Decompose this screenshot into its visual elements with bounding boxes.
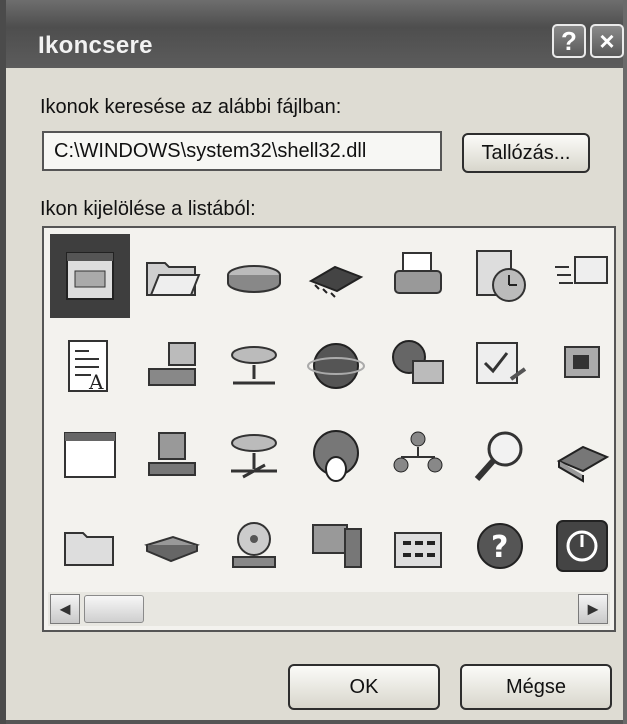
help-circle-icon: ? (477, 523, 523, 569)
icon-cell[interactable] (50, 234, 130, 318)
icon-cell[interactable] (378, 414, 458, 498)
program-window-icon (66, 252, 114, 300)
icon-cell[interactable] (542, 234, 614, 318)
icon-cell[interactable] (460, 414, 540, 498)
file-path-input[interactable]: C:\WINDOWS\system32\shell32.dll (42, 131, 442, 171)
blank-window-icon (64, 432, 116, 478)
svg-text:A: A (88, 370, 104, 394)
monitor-icon (564, 346, 600, 378)
document-text-icon: A (68, 340, 108, 394)
network-users-icon (393, 431, 443, 473)
icon-cell[interactable] (542, 414, 614, 498)
drive-share-icon (148, 432, 196, 476)
flat-drive-icon (144, 535, 200, 563)
horizontal-scrollbar[interactable]: ◄ ► (48, 592, 610, 626)
icon-cell[interactable] (214, 414, 294, 498)
icon-cell[interactable] (50, 414, 130, 498)
globe-icon (307, 343, 365, 389)
scanner-icon (556, 445, 610, 483)
scroll-thumb[interactable] (84, 595, 144, 623)
memory-chip-icon (308, 265, 364, 298)
icon-cell[interactable] (214, 234, 294, 318)
network-computer-icon (148, 342, 196, 386)
title-bar: Ikoncsere ? × (6, 0, 624, 68)
icon-cell[interactable] (214, 504, 294, 588)
window-arrow-icon (555, 256, 608, 284)
folder-grid-icon (394, 532, 442, 568)
icon-cell[interactable]: ? (460, 504, 540, 588)
icon-grid: A? (48, 232, 614, 592)
dialog-title: Ikoncsere (38, 32, 153, 59)
icon-cell[interactable]: A (50, 324, 130, 408)
icon-cell[interactable] (214, 324, 294, 408)
icon-list[interactable]: A? ◄ ► (42, 226, 616, 632)
icon-cell[interactable] (132, 324, 212, 408)
scroll-left-button[interactable]: ◄ (50, 594, 80, 624)
computer-tower-icon (312, 524, 362, 568)
scroll-right-button[interactable]: ► (578, 594, 608, 624)
close-button[interactable]: × (590, 24, 624, 58)
icon-cell[interactable] (460, 234, 540, 318)
cd-drive-icon (232, 522, 276, 568)
change-icon-dialog: Ikoncsere ? × Ikonok keresése az alábbi … (0, 0, 627, 724)
icon-cell[interactable] (460, 324, 540, 408)
ok-button[interactable]: OK (288, 664, 440, 710)
search-file-label: Ikonok keresése az alábbi fájlban: (40, 96, 342, 118)
icon-cell[interactable] (296, 234, 376, 318)
icon-cell[interactable] (296, 504, 376, 588)
shared-drive-icon (231, 346, 277, 385)
globe-penguin-icon (313, 430, 359, 482)
icon-cell[interactable] (542, 324, 614, 408)
checkbox-pen-icon (476, 342, 527, 384)
power-button-icon (556, 520, 608, 572)
browse-button[interactable]: Tallózás... (462, 133, 590, 173)
hard-drive-icon (227, 265, 281, 294)
icon-cell[interactable] (296, 414, 376, 498)
help-button[interactable]: ? (552, 24, 586, 58)
icon-cell[interactable] (378, 324, 458, 408)
svg-text:?: ? (491, 530, 508, 565)
icon-cell[interactable] (132, 504, 212, 588)
printer-icon (394, 252, 442, 294)
icon-cell[interactable] (50, 504, 130, 588)
open-folder-icon (146, 262, 201, 296)
icon-cell[interactable] (132, 414, 212, 498)
network-drive-icon (231, 434, 277, 479)
icon-list-label: Ikon kijelölése a listából: (40, 198, 256, 220)
icon-cell[interactable] (296, 324, 376, 408)
icon-cell[interactable] (542, 504, 614, 588)
cancel-button[interactable]: Mégse (460, 664, 612, 710)
world-computer-icon (392, 340, 444, 384)
bottom-border (6, 720, 623, 724)
icon-cell[interactable] (132, 234, 212, 318)
icon-cell[interactable] (378, 504, 458, 588)
clock-document-icon (476, 250, 526, 302)
magnifier-icon (474, 431, 523, 481)
icon-cell[interactable] (378, 234, 458, 318)
folder-icon (64, 532, 114, 566)
